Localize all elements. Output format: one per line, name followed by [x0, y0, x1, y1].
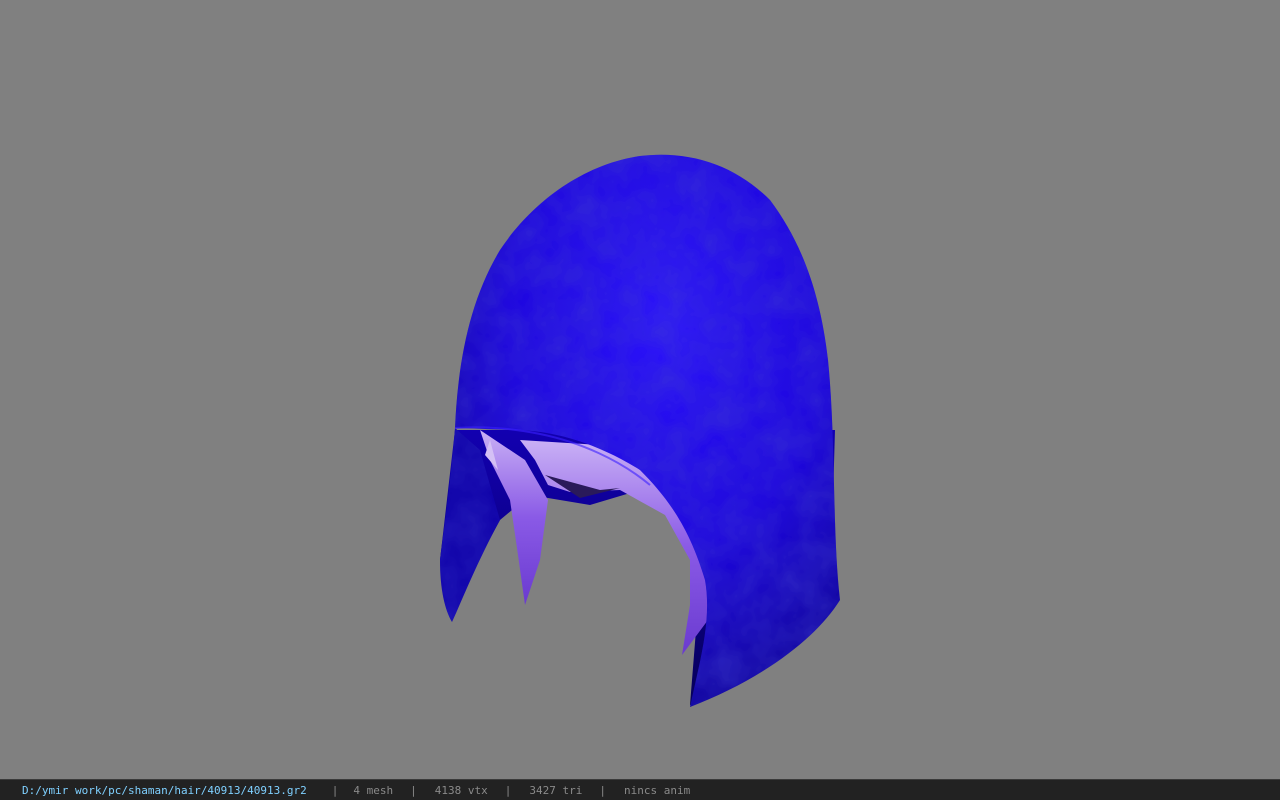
separator: | — [410, 783, 417, 797]
file-path-label: D:/ymir work/pc/shaman/hair/40913/40913.… — [22, 783, 307, 797]
vertex-count-label: 4138 vtx — [434, 783, 488, 797]
hood-hair-model — [440, 154, 840, 707]
separator: | — [599, 783, 606, 797]
mesh-count-label: 4 mesh — [353, 783, 394, 797]
anim-status-label: nincs anim — [624, 783, 691, 797]
3d-viewport[interactable] — [0, 0, 1280, 779]
status-bar: D:/ymir work/pc/shaman/hair/40913/40913.… — [0, 779, 1280, 800]
triangle-count-label: 3427 tri — [529, 783, 583, 797]
separator: | — [331, 783, 339, 797]
separator: | — [504, 783, 512, 797]
